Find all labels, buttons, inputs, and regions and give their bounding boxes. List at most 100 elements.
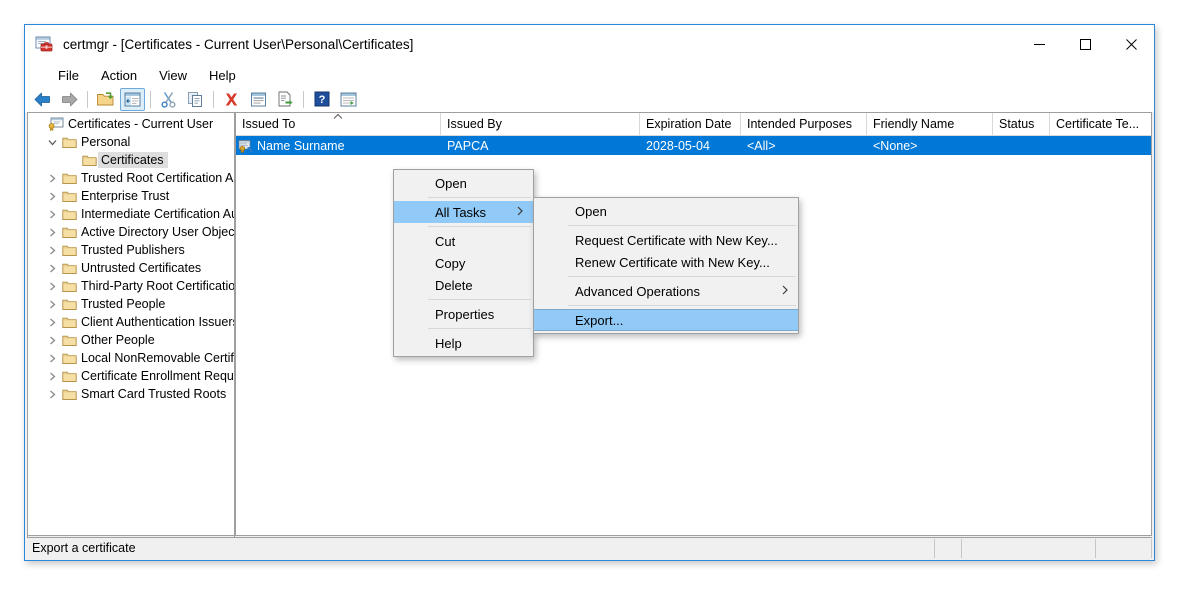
tree-item-label: Certificate Enrollment Reques [81, 369, 235, 383]
tree-item-enterprise-trust[interactable]: Enterprise Trust [28, 187, 234, 205]
console-tree-pane[interactable]: Certificates - Current User Personal Certi… [27, 112, 235, 536]
copy-icon[interactable] [183, 88, 208, 111]
folder-icon [60, 136, 78, 149]
cell-text: 2028-05-04 [646, 138, 710, 153]
folder-icon [60, 208, 78, 221]
tree-item-label: Local NonRemovable Certific [81, 351, 235, 365]
title-bar: certmgr - [Certificates - Current User\P… [25, 25, 1154, 63]
tree-item-certificates-current-user[interactable]: Certificates - Current User [28, 115, 234, 133]
menu-item-all-tasks[interactable]: All Tasks [394, 201, 533, 223]
back-icon[interactable] [30, 88, 55, 111]
tree-item-third-party-root-certification[interactable]: Third-Party Root Certification [28, 277, 234, 295]
tree-item-trusted-root-certification-au[interactable]: Trusted Root Certification Au [28, 169, 234, 187]
tree-item-certificates[interactable]: Certificates [28, 151, 234, 169]
help-icon[interactable]: ? [309, 88, 334, 111]
tree-item-other-people[interactable]: Other People [28, 331, 234, 349]
list-column-headers: Issued To Issued By Expiration Date Intende… [236, 113, 1151, 136]
folder-icon [60, 298, 78, 311]
toolbar-separator [303, 90, 304, 108]
chevron-right-icon[interactable] [44, 390, 60, 399]
screenshot-root: certmgr - [Certificates - Current User\P… [0, 0, 1184, 589]
menu-separator [428, 299, 531, 300]
menu-item-renew-certificate-with-new-key[interactable]: Renew Certificate with New Key... [534, 251, 798, 273]
window-title: certmgr - [Certificates - Current User\P… [63, 36, 414, 52]
toolbar-separator [87, 90, 88, 108]
column-header-intended-purposes[interactable]: Intended Purposes [741, 113, 867, 135]
column-header-issued-by[interactable]: Issued By [441, 113, 640, 135]
list-view-icon[interactable] [336, 88, 361, 111]
chevron-right-icon[interactable] [44, 318, 60, 327]
column-header-label: Friendly Name [873, 117, 955, 131]
menu-item-export[interactable]: Export... [534, 309, 798, 331]
menu-item-open[interactable]: Open [394, 172, 533, 194]
chevron-right-icon[interactable] [44, 174, 60, 183]
context-menu[interactable]: Open All Tasks Cut Copy Delete Properties Help [393, 169, 534, 357]
menu-item-open[interactable]: Open [534, 200, 798, 222]
menu-item-copy[interactable]: Copy [394, 252, 533, 274]
close-button[interactable] [1108, 25, 1154, 63]
open-folder-icon[interactable] [93, 88, 118, 111]
context-submenu-all-tasks[interactable]: Open Request Certificate with New Key... R… [533, 197, 799, 334]
tree-item-untrusted-certificates[interactable]: Untrusted Certificates [28, 259, 234, 277]
folder-icon [60, 388, 78, 401]
tree-item-label: Trusted People [81, 297, 166, 311]
tree-item-trusted-publishers[interactable]: Trusted Publishers [28, 241, 234, 259]
toolbar-separator [150, 90, 151, 108]
column-header-status[interactable]: Status [993, 113, 1050, 135]
menu-item-label: Cut [435, 233, 456, 249]
tree-item-label: Untrusted Certificates [81, 261, 202, 275]
chevron-right-icon[interactable] [44, 210, 60, 219]
chevron-right-icon[interactable] [44, 264, 60, 273]
tree-item-local-nonremovable-certific[interactable]: Local NonRemovable Certific [28, 349, 234, 367]
menu-action[interactable]: Action [90, 65, 148, 86]
tree-item-personal[interactable]: Personal [28, 133, 234, 151]
menu-item-advanced-operations[interactable]: Advanced Operations [534, 280, 798, 302]
tree-item-trusted-people[interactable]: Trusted People [28, 295, 234, 313]
chevron-down-icon[interactable] [44, 138, 60, 147]
menu-item-delete[interactable]: Delete [394, 274, 533, 296]
menu-item-help[interactable]: Help [394, 332, 533, 354]
column-header-issued-to[interactable]: Issued To [236, 113, 441, 135]
tree-item-label: Client Authentication Issuers [81, 315, 235, 329]
folder-icon [60, 280, 78, 293]
menu-file[interactable]: File [47, 65, 90, 86]
column-header-label: Status [999, 117, 1035, 131]
tree-item-active-directory-user-object[interactable]: Active Directory User Object [28, 223, 234, 241]
maximize-button[interactable] [1062, 25, 1108, 63]
forward-icon[interactable] [57, 88, 82, 111]
chevron-right-icon[interactable] [44, 282, 60, 291]
menu-item-cut[interactable]: Cut [394, 230, 533, 252]
tree-item-client-authentication-issuers[interactable]: Client Authentication Issuers [28, 313, 234, 331]
minimize-button[interactable] [1016, 25, 1062, 63]
tree-item-label: Enterprise Trust [81, 189, 170, 203]
cut-icon[interactable] [156, 88, 181, 111]
chevron-right-icon[interactable] [44, 228, 60, 237]
certificate-rows: Name Surname PAPCA 2028-05-04 <All> <None> [236, 136, 1151, 155]
chevron-right-icon[interactable] [44, 336, 60, 345]
tree-item-label: Trusted Publishers [81, 243, 185, 257]
menu-item-properties[interactable]: Properties [394, 303, 533, 325]
delete-icon[interactable] [219, 88, 244, 111]
chevron-right-icon[interactable] [44, 300, 60, 309]
properties-icon[interactable] [246, 88, 271, 111]
show-hide-tree-icon[interactable] [120, 87, 145, 111]
menu-item-request-certificate-with-new-key[interactable]: Request Certificate with New Key... [534, 229, 798, 251]
chevron-right-icon[interactable] [44, 372, 60, 381]
tree-item-intermediate-certification-au[interactable]: Intermediate Certification Au [28, 205, 234, 223]
tree-item-label: Other People [81, 333, 155, 347]
tree-item-label: Personal [81, 135, 131, 149]
column-header-friendly-name[interactable]: Friendly Name [867, 113, 993, 135]
tree-item-certificate-enrollment-reques[interactable]: Certificate Enrollment Reques [28, 367, 234, 385]
chevron-right-icon[interactable] [44, 246, 60, 255]
column-header-expiration-date[interactable]: Expiration Date [640, 113, 741, 135]
export-icon[interactable] [273, 88, 298, 111]
tree-item-smart-card-trusted-roots[interactable]: Smart Card Trusted Roots [28, 385, 234, 403]
menu-view[interactable]: View [148, 65, 198, 86]
chevron-right-icon[interactable] [44, 192, 60, 201]
column-header-certificate-te[interactable]: Certificate Te... [1050, 113, 1151, 135]
menu-separator [428, 197, 531, 198]
menu-help[interactable]: Help [198, 65, 247, 86]
certificate-row[interactable]: Name Surname PAPCA 2028-05-04 <All> <None> [236, 136, 1151, 155]
menu-item-label: Export... [575, 312, 624, 328]
chevron-right-icon[interactable] [44, 354, 60, 363]
